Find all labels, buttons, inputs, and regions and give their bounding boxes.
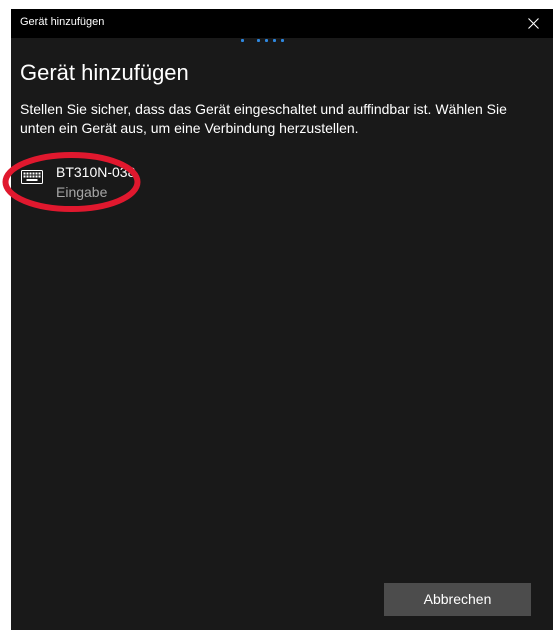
searching-progress-indicator (241, 39, 291, 43)
progress-dot (257, 39, 260, 42)
progress-dot (241, 39, 244, 42)
window-title: Gerät hinzufügen (20, 16, 105, 28)
device-list-item[interactable]: BT310N-038 Eingabe (11, 159, 211, 209)
device-type: Eingabe (56, 184, 108, 200)
cancel-button[interactable]: Abbrechen (384, 583, 531, 616)
page-title: Gerät hinzufügen (20, 60, 189, 85)
title-bar: Gerät hinzufügen (11, 9, 553, 38)
progress-dot (281, 39, 284, 42)
close-button[interactable] (513, 9, 553, 38)
keyboard-icon (21, 170, 43, 184)
progress-dot (265, 39, 268, 42)
add-device-dialog: Gerät hinzufügen Gerät hinzufügen Stelle… (11, 9, 553, 630)
device-name: BT310N-038 (56, 164, 136, 180)
close-icon (528, 18, 539, 29)
progress-dot (273, 39, 276, 42)
page-description: Stellen Sie sicher, dass das Gerät einge… (20, 101, 507, 136)
